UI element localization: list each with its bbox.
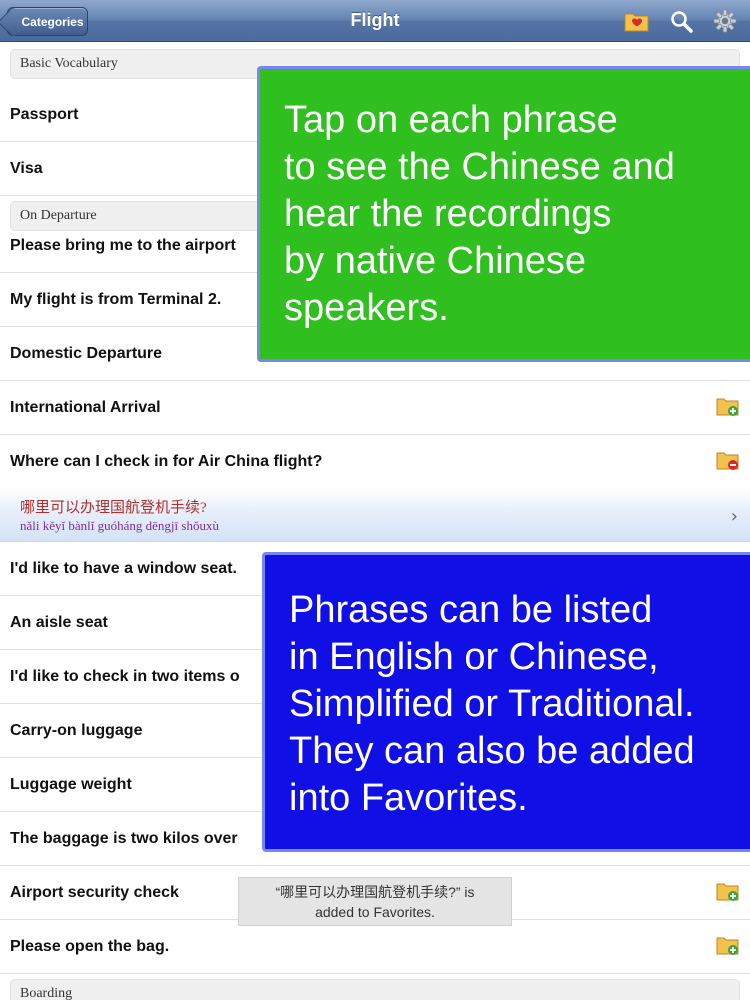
tip-line: speakers.: [284, 287, 449, 329]
tip-line: by native Chinese: [284, 240, 587, 282]
row-label: Visa: [10, 159, 43, 177]
row-label: I'd like to check in two items o: [10, 667, 240, 685]
row-label: Carry-on luggage: [10, 721, 143, 739]
tip-line: to see the Chinese and: [284, 146, 675, 188]
favorites-toast: “哪里可以办理国航登机手续?” is added to Favorites.: [238, 877, 512, 926]
toast-line: “哪里可以办理国航登机手续?” is: [275, 884, 475, 900]
navigation-bar: Categories Flight: [0, 0, 750, 42]
add-to-favorites-folder-icon[interactable]: [716, 396, 740, 418]
row-label: An aisle seat: [10, 613, 108, 631]
chevron-right-icon: ›: [730, 506, 738, 527]
tip-overlay-tap-phrase: Tap on each phrase to see the Chinese an…: [257, 66, 750, 362]
pinyin-translation: nǎli kěyǐ bànlǐ guóháng dēngjī shǒuxù: [20, 518, 219, 533]
add-to-favorites-folder-icon[interactable]: [716, 935, 740, 957]
toast-line: added to Favorites.: [315, 904, 435, 920]
row-label: Please bring me to the airport: [10, 236, 236, 254]
list-item[interactable]: Please open the bag.: [0, 920, 750, 974]
list-item[interactable]: Where can I check in for Air China fligh…: [0, 435, 750, 489]
tip-line: hear the recordings: [284, 193, 612, 235]
translation-row[interactable]: 哪里可以办理国航登机手续? nǎli kěyǐ bànlǐ guóháng dē…: [0, 488, 750, 542]
add-to-favorites-folder-icon[interactable]: [716, 881, 740, 903]
row-label: The baggage is two kilos over: [10, 829, 238, 847]
gear-icon[interactable]: [712, 9, 738, 33]
favorites-folder-icon[interactable]: [624, 9, 650, 33]
row-label: Airport security check: [10, 883, 179, 901]
tip-line: Tap on each phrase: [284, 99, 618, 141]
tip-line: They can also be added: [289, 730, 695, 772]
search-icon[interactable]: [669, 9, 695, 33]
tip-line: Phrases can be listed: [289, 589, 653, 631]
row-label: International Arrival: [10, 398, 161, 416]
tip-line: Simplified or Traditional.: [289, 683, 695, 725]
row-label: My flight is from Terminal 2.: [10, 290, 222, 308]
section-header-boarding: Boarding: [10, 979, 740, 1000]
row-label: Domestic Departure: [10, 344, 163, 362]
row-label: I'd like to have a window seat.: [10, 559, 237, 577]
remove-from-favorites-folder-icon[interactable]: [716, 450, 740, 472]
chinese-translation: 哪里可以办理国航登机手续?: [20, 500, 207, 516]
row-label: Luggage weight: [10, 775, 132, 793]
row-label: Please open the bag.: [10, 937, 170, 955]
tip-line: into Favorites.: [289, 777, 528, 819]
list-item[interactable]: International Arrival: [0, 381, 750, 435]
row-label: Passport: [10, 105, 79, 123]
tip-overlay-phrase-listing: Phrases can be listed in English or Chin…: [262, 552, 750, 852]
tip-line: in English or Chinese,: [289, 636, 659, 678]
row-label: Where can I check in for Air China fligh…: [10, 452, 323, 470]
